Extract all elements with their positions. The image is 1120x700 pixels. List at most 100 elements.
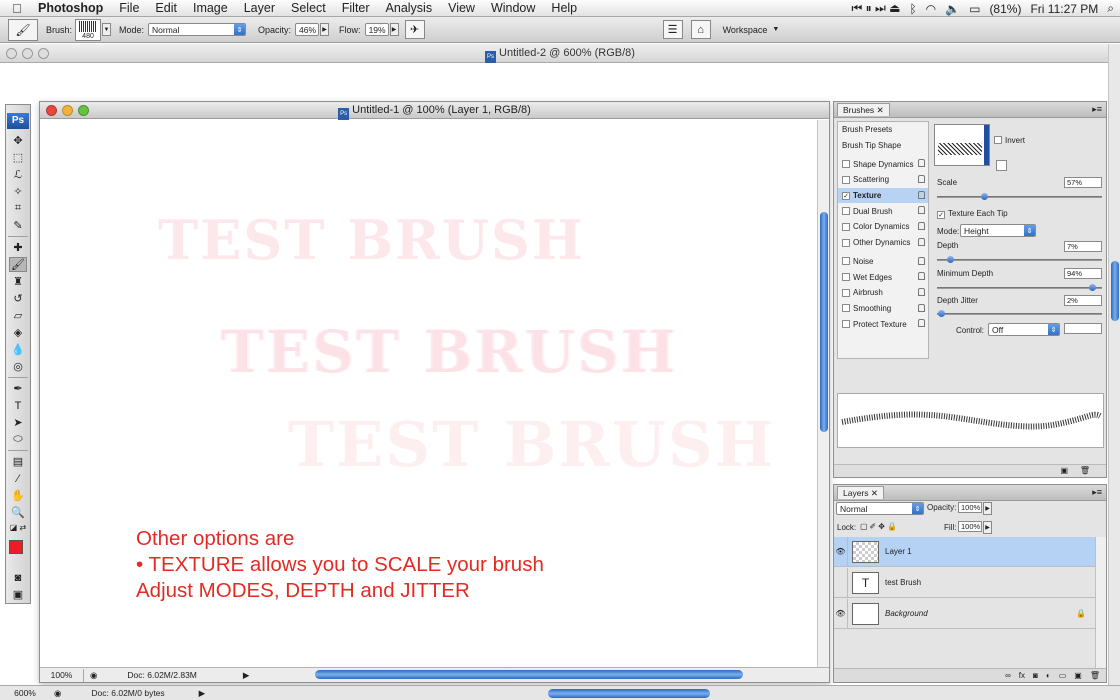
close-icon[interactable]: [46, 105, 57, 116]
depth-slider[interactable]: [937, 256, 1102, 263]
battery-icon[interactable]: ▭: [969, 2, 980, 16]
layer-visibility-eye-icon[interactable]: 👁: [834, 536, 848, 567]
lock-icon[interactable]: [918, 222, 925, 231]
layer-row-layer-1[interactable]: 👁 Layer 1: [834, 536, 1096, 567]
brush-option-color-dynamics[interactable]: Color Dynamics: [838, 219, 928, 235]
slice-tool-icon[interactable]: ✎: [9, 218, 27, 233]
pattern-picker-arrow-icon[interactable]: [984, 125, 989, 165]
minimize-icon[interactable]: [62, 105, 73, 116]
brush-option-checkbox[interactable]: [842, 273, 850, 282]
texture-pattern-picker[interactable]: [934, 124, 990, 166]
document-canvas[interactable]: TEST BRUSH TEST BRUSH TEST BRUSH Other o…: [40, 120, 818, 669]
blend-mode-select[interactable]: Normal ⇕: [836, 502, 924, 515]
minimum-depth-slider-knob[interactable]: [1089, 284, 1096, 291]
foreground-color-swatch[interactable]: [9, 540, 23, 554]
status-menu-icon[interactable]: ◉: [54, 688, 61, 699]
pen-tool-icon[interactable]: ✒: [9, 381, 27, 396]
depth-jitter-slider[interactable]: [937, 310, 1102, 317]
new-group-icon[interactable]: ▭: [1059, 671, 1067, 680]
scroll-thumb[interactable]: [820, 212, 828, 432]
brush-option-checkbox[interactable]: [842, 222, 850, 231]
brush-option-checkbox[interactable]: [842, 238, 850, 247]
layer-row-test-brush[interactable]: T test Brush: [834, 567, 1096, 598]
zoom-icon[interactable]: [38, 48, 49, 59]
status-menu-icon[interactable]: ◉: [90, 670, 97, 681]
brush-option-scattering[interactable]: Scattering: [838, 172, 928, 188]
brushes-tab[interactable]: Brushes ✕: [837, 103, 890, 116]
status-arrow-icon[interactable]: ▶: [199, 688, 206, 699]
spotlight-search-icon[interactable]: ⌕: [1107, 1, 1114, 16]
bridge-button[interactable]: ⌂: [690, 20, 711, 39]
brush-option-wet-edges[interactable]: Wet Edges: [838, 269, 928, 285]
minimize-icon[interactable]: [22, 48, 33, 59]
dodge-tool-icon[interactable]: ◎: [9, 359, 27, 374]
horizontal-scroll-thumb[interactable]: [315, 670, 743, 679]
menu-filter[interactable]: Filter: [334, 1, 378, 15]
flow-field[interactable]: 19%: [364, 23, 389, 36]
brush-option-checkbox[interactable]: [842, 160, 850, 169]
bluetooth-icon[interactable]: ᛒ: [909, 2, 916, 16]
menu-image[interactable]: Image: [185, 1, 236, 15]
delete-layer-icon[interactable]: 🗑: [1090, 671, 1100, 680]
control-extra-field[interactable]: [1064, 323, 1102, 334]
photoshop-logo[interactable]: Ps: [7, 113, 29, 129]
scale-slider[interactable]: [937, 193, 1102, 200]
layer-visibility-toggle[interactable]: [834, 567, 848, 598]
hand-tool-icon[interactable]: ✋: [9, 488, 27, 503]
layers-tab[interactable]: Layers ✕: [837, 486, 885, 499]
palette-well-button[interactable]: ☰: [662, 20, 683, 39]
minimum-depth-field[interactable]: 94%: [1064, 268, 1102, 279]
volume-icon[interactable]: 🔈: [945, 2, 960, 16]
menu-window[interactable]: Window: [483, 1, 543, 15]
eyedropper-tool-icon[interactable]: ⁄: [9, 471, 27, 486]
marquee-tool-icon[interactable]: ⬚: [9, 150, 27, 165]
palette-menu-icon[interactable]: ▸≡: [1092, 104, 1102, 115]
layer-opacity-field[interactable]: 100%: [958, 502, 982, 513]
airbrush-toggle[interactable]: ✈: [404, 20, 425, 39]
invert-option[interactable]: Invert: [994, 136, 1025, 145]
menu-view[interactable]: View: [440, 1, 483, 15]
brush-picker[interactable]: 480: [75, 18, 102, 41]
new-brush-icon[interactable]: ▣: [1060, 466, 1068, 475]
close-icon[interactable]: ✕: [871, 488, 878, 498]
brush-option-brush-presets[interactable]: Brush Presets: [838, 122, 928, 138]
depth-jitter-field[interactable]: 2%: [1064, 295, 1102, 306]
clone-stamp-tool-icon[interactable]: ♜: [9, 274, 27, 289]
layer-style-icon[interactable]: fx: [1019, 671, 1025, 680]
document-vertical-scrollbar[interactable]: [817, 120, 829, 669]
move-tool-icon[interactable]: ✥: [9, 133, 27, 148]
brush-picker-arrow-icon[interactable]: ▼: [102, 23, 112, 36]
depth-slider-knob[interactable]: [947, 256, 954, 263]
brush-option-checkbox[interactable]: [842, 288, 850, 297]
opacity-field[interactable]: 46%: [295, 23, 320, 36]
media-controls-icon[interactable]: ⏮ ⏸ ⏭ ⏏: [852, 1, 901, 16]
zoom-tool-icon[interactable]: 🔍: [9, 505, 27, 520]
screen-mode-icon[interactable]: ▣: [9, 587, 27, 602]
menu-analysis[interactable]: Analysis: [378, 1, 441, 15]
workspace-dropdown-icon[interactable]: ▼: [772, 26, 779, 33]
menu-app[interactable]: Photoshop: [34, 1, 111, 15]
lock-icon[interactable]: [918, 159, 925, 168]
lock-icon[interactable]: [918, 287, 925, 296]
lock-icon[interactable]: [918, 319, 925, 328]
swap-colors-icon[interactable]: ◪ ⇄: [9, 522, 27, 532]
scale-field[interactable]: 57%: [1064, 177, 1102, 188]
clock[interactable]: Fri 11:27 PM: [1030, 2, 1098, 16]
layer-opacity-arrow-icon[interactable]: ▶: [983, 502, 992, 515]
scroll-thumb[interactable]: [1111, 261, 1119, 321]
layer-mask-icon[interactable]: ◙: [1033, 671, 1038, 680]
lock-icon[interactable]: [918, 237, 925, 246]
brush-option-texture[interactable]: ✓ Texture: [838, 187, 928, 204]
history-brush-tool-icon[interactable]: ↺: [9, 291, 27, 306]
notes-tool-icon[interactable]: ▤: [9, 454, 27, 469]
opacity-slider-arrow-icon[interactable]: ▶: [320, 23, 330, 36]
texture-each-tip-checkbox[interactable]: ✓: [937, 211, 945, 219]
horizontal-scroll-thumb[interactable]: [548, 689, 710, 698]
lock-icon[interactable]: [918, 272, 925, 281]
brush-option-checkbox[interactable]: [842, 320, 850, 329]
brush-option-checkbox[interactable]: [842, 207, 850, 216]
shape-tool-icon[interactable]: ⬭: [9, 432, 27, 447]
adjustment-layer-icon[interactable]: ◐: [1046, 671, 1051, 680]
new-pattern-icon[interactable]: [996, 160, 1007, 171]
brush-option-checkbox[interactable]: [842, 304, 850, 313]
